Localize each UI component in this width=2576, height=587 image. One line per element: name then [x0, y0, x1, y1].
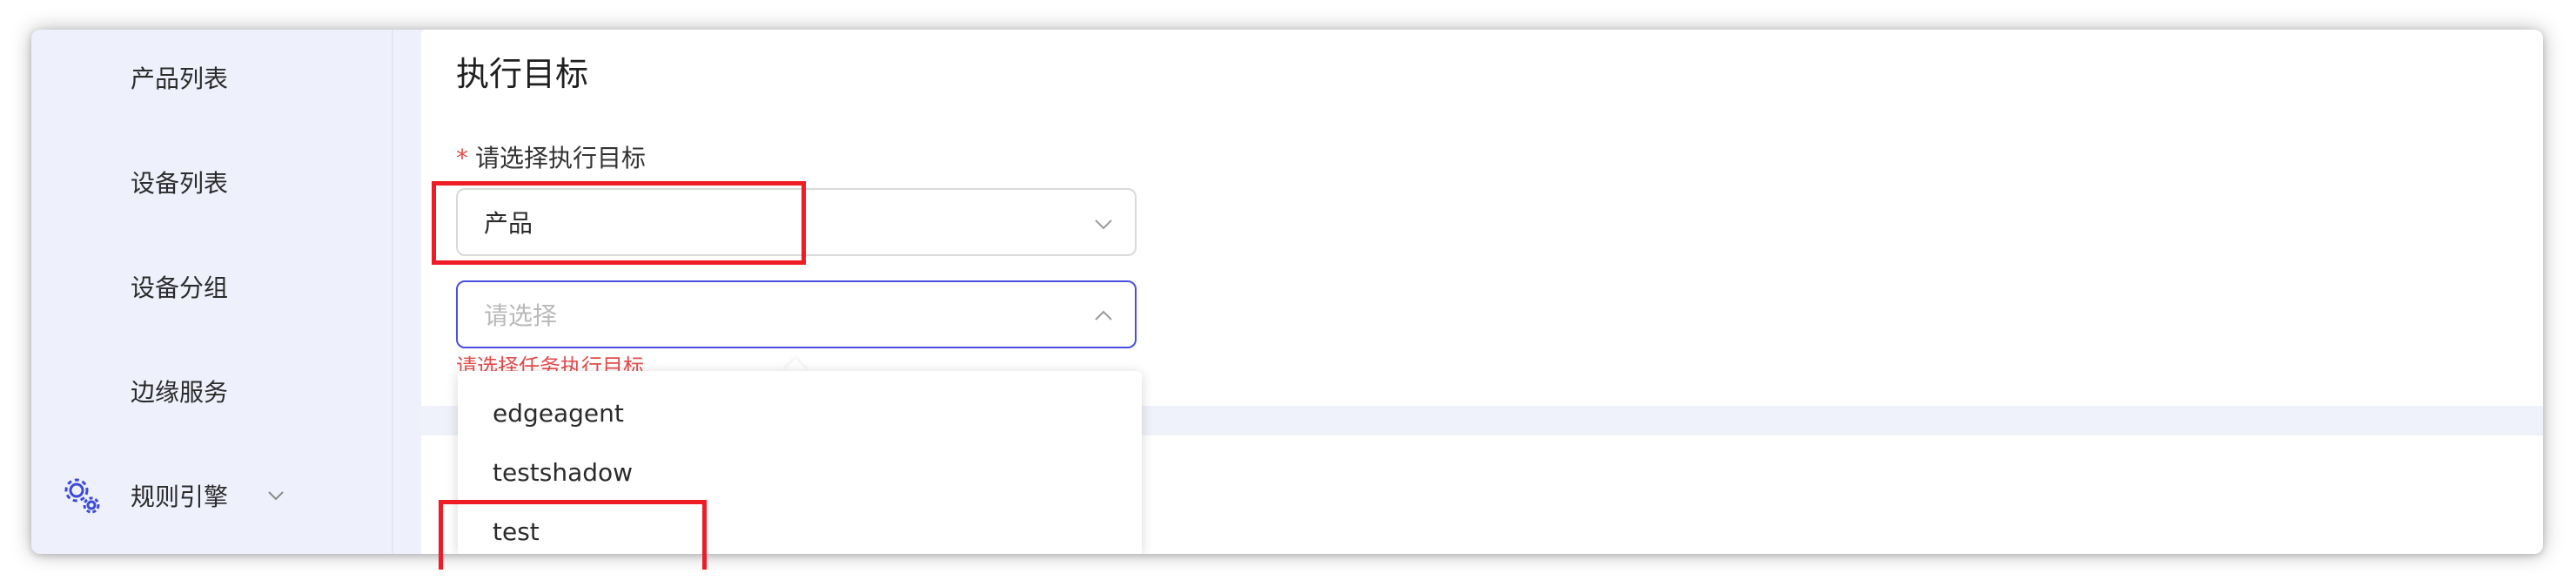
execution-target-label: * 请选择执行目标 [456, 139, 646, 174]
sidebar-item-label: 设备列表 [131, 169, 229, 198]
sidebar-item-device-group[interactable]: 设备分组 [31, 239, 393, 334]
sidebar-item-edge-service[interactable]: 边缘服务 [31, 343, 393, 439]
sidebar-item-rule-engine[interactable]: 规则引擎 [31, 448, 393, 543]
section-title: 执行目标 [456, 55, 589, 93]
layout-gutter [395, 30, 421, 554]
app-window: 产品列表 设备列表 设备分组 边缘服务 规则引擎 执行目标 * 请选择执行目标 … [31, 30, 2543, 554]
sidebar-item-device-list[interactable]: 设备列表 [31, 134, 393, 230]
target-select[interactable]: 请选择 [456, 280, 1137, 348]
chevron-down-icon[interactable] [266, 486, 285, 505]
validation-error: 请选择任务执行目标 [456, 354, 644, 371]
sidebar-item-product-list[interactable]: 产品列表 [31, 30, 393, 125]
target-type-select[interactable]: 产品 [456, 188, 1137, 256]
target-select-placeholder: 请选择 [484, 301, 558, 330]
sidebar-item-label: 边缘服务 [131, 378, 229, 407]
gear-icon [64, 478, 100, 514]
sidebar: 产品列表 设备列表 设备分组 边缘服务 规则引擎 [31, 30, 393, 554]
chevron-down-icon [1095, 219, 1112, 230]
dropdown-option-edgeagent[interactable]: edgeagent [458, 383, 1142, 442]
required-marker: * [456, 144, 468, 172]
target-dropdown-menu: edgeagent testshadow test [458, 371, 1142, 554]
target-type-value: 产品 [484, 209, 533, 238]
sidebar-item-label: 规则引擎 [131, 482, 229, 511]
dropdown-option-testshadow[interactable]: testshadow [458, 442, 1142, 502]
dropdown-option-test[interactable]: test [458, 502, 1142, 554]
chevron-up-icon [1095, 310, 1112, 320]
sidebar-item-label: 产品列表 [131, 64, 229, 93]
field-label-text: 请选择执行目标 [475, 144, 647, 172]
sidebar-item-label: 设备分组 [131, 273, 229, 302]
